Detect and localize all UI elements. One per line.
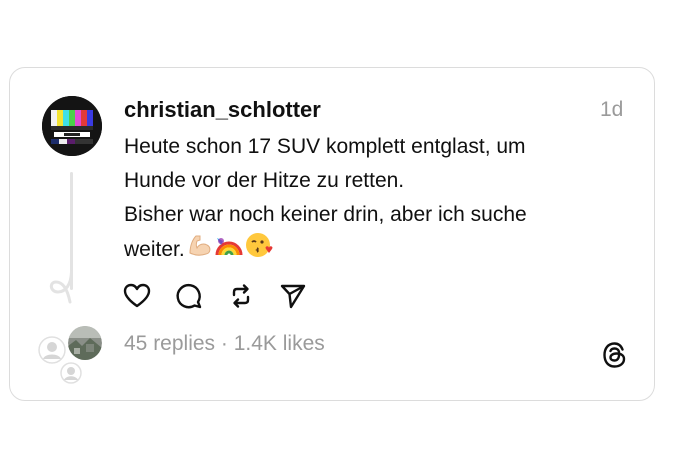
reply-button[interactable] [174,281,204,311]
default-avatar-icon [60,362,82,384]
likes-count[interactable]: 1.4K likes [234,332,325,355]
repost-icon [232,284,250,308]
stats-separator: · [215,332,234,355]
username[interactable]: christian_schlotter [124,96,321,124]
test-card-image [42,96,102,156]
reply-avatar [38,336,66,364]
post-text-line: Heute schon 17 SUV komplett entglast, um [124,135,526,158]
comment-icon [176,283,202,309]
reply-avatar [60,362,82,384]
post-text-line-last: weiter. [124,232,624,269]
post-text-line: Bisher war noch keiner drin, aber ich su… [124,203,527,226]
reply-avatars [38,326,108,386]
flexed-biceps-emoji [187,233,213,268]
threads-logo-icon[interactable] [600,340,630,370]
replies-count[interactable]: 45 replies [124,332,215,355]
avatar[interactable] [42,96,102,156]
post-stats: 45 replies · 1.4K likes [124,330,325,358]
share-button[interactable] [278,281,308,311]
repost-button[interactable] [226,281,256,311]
post-time[interactable]: 1d [600,96,623,124]
rainbow-emoji [215,233,243,268]
heart-icon [123,283,151,308]
post-text: Heute schon 17 SUV komplett entglast, um… [124,130,624,269]
default-avatar-icon [38,336,66,364]
like-button[interactable] [122,281,152,311]
photo-avatar-icon [68,326,102,360]
reply-avatar [68,326,102,360]
kissing-face-emoji [245,232,273,269]
send-icon [280,284,306,309]
thread-loop-icon [49,270,73,304]
post-text-line: Hunde vor der Hitze zu retten. [124,169,405,192]
post-text-line: weiter. [124,238,185,262]
